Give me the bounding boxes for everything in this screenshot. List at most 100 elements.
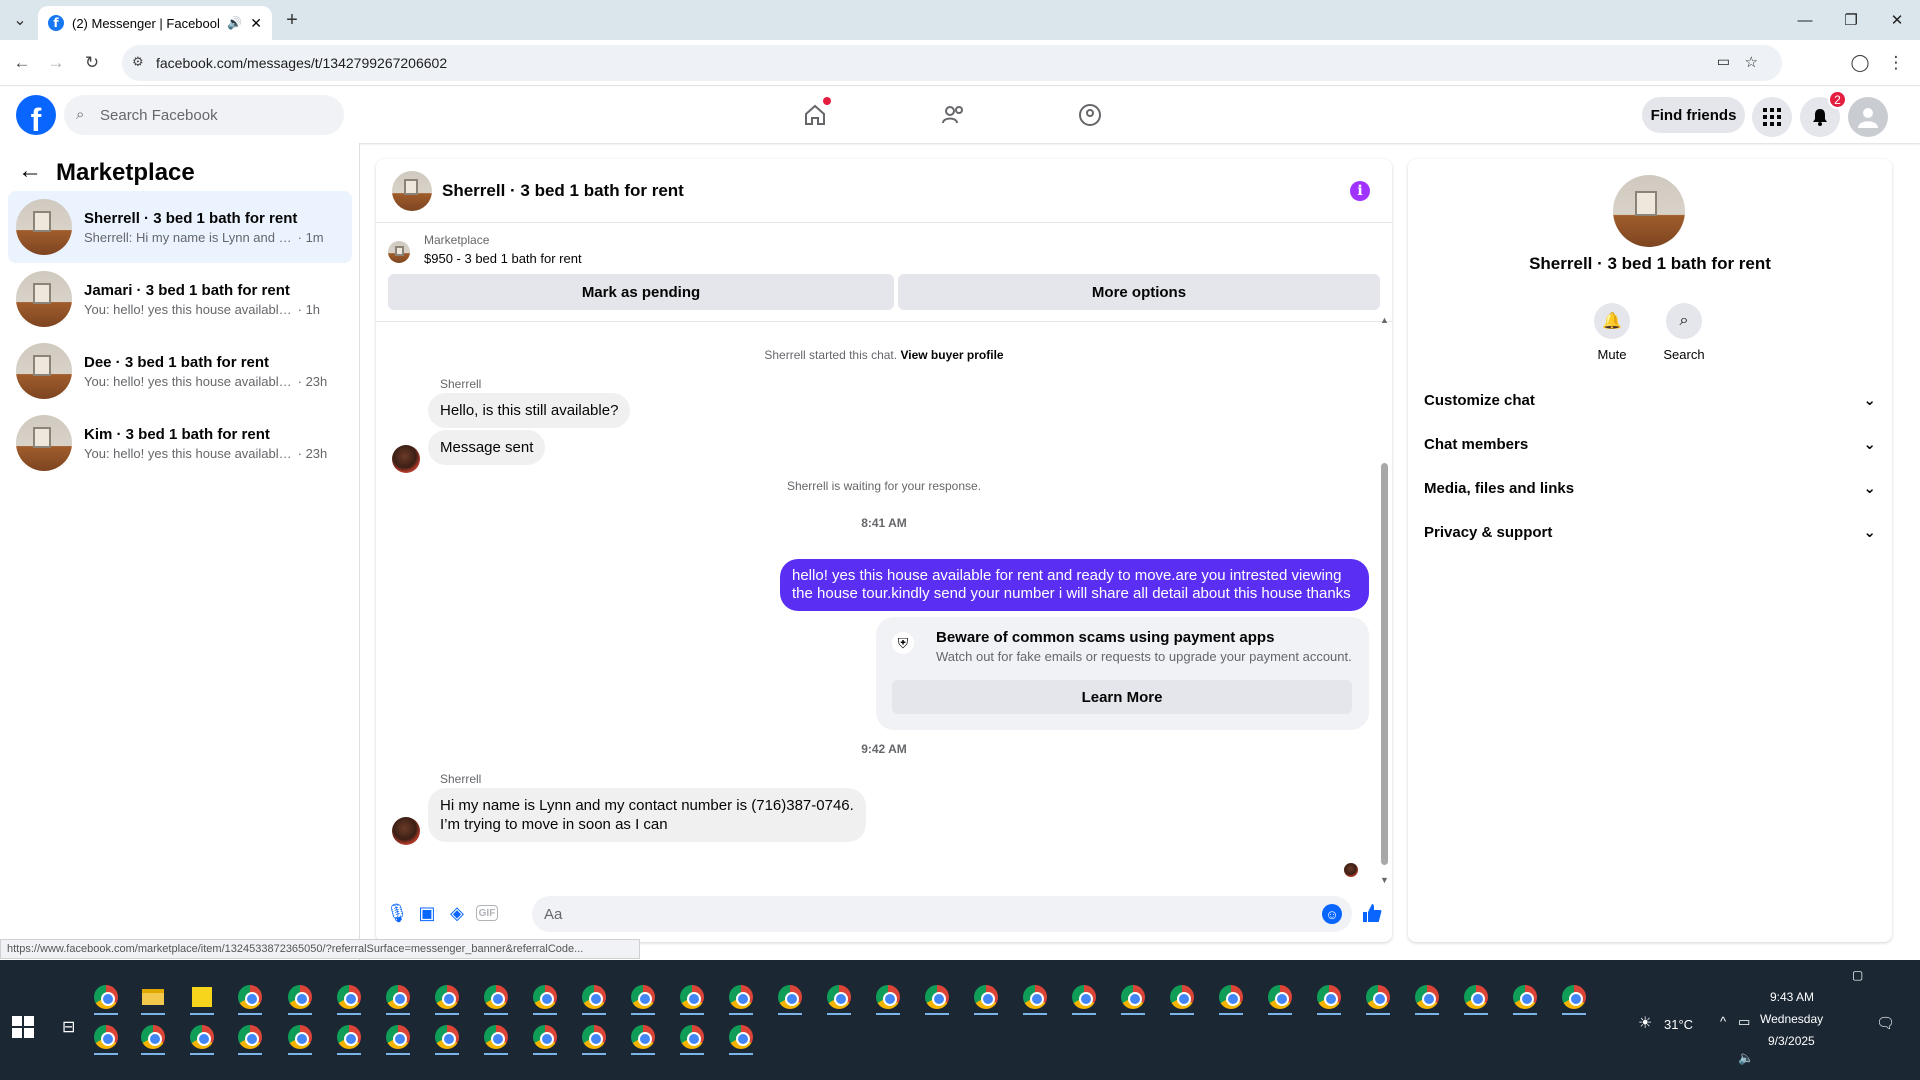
- clock-date[interactable]: 9/3/2025: [1768, 1034, 1815, 1048]
- chrome-icon[interactable]: [232, 979, 268, 1015]
- chrome-icon[interactable]: [429, 979, 465, 1015]
- browser-tab[interactable]: f (2) Messenger | Facebook 🔊 ✕: [38, 6, 272, 40]
- chrome-icon[interactable]: [625, 979, 661, 1015]
- window-close-button[interactable]: ✕: [1874, 0, 1920, 40]
- mute-button[interactable]: 🔔 Mute: [1582, 303, 1642, 362]
- back-arrow-icon[interactable]: ←: [18, 157, 42, 185]
- sticky-notes-icon[interactable]: [184, 979, 220, 1015]
- menu-grid-icon[interactable]: [1752, 97, 1792, 137]
- chrome-icon[interactable]: [331, 1019, 367, 1055]
- customize-chat-section[interactable]: Customize chat ⌄: [1424, 382, 1876, 418]
- minimize-button[interactable]: —: [1782, 0, 1828, 40]
- friends-icon[interactable]: [935, 97, 971, 133]
- sticker-icon[interactable]: ◈: [446, 902, 468, 924]
- conversation-item-sherrell[interactable]: Sherrell · 3 bed 1 bath for rent Sherrel…: [8, 191, 352, 263]
- chrome-icon[interactable]: [772, 979, 808, 1015]
- chrome-icon[interactable]: [88, 1019, 124, 1055]
- chrome-menu-icon[interactable]: ⋮: [1882, 49, 1910, 77]
- chat-avatar[interactable]: [392, 170, 432, 211]
- chrome-icon[interactable]: [380, 979, 416, 1015]
- message-thread[interactable]: Sherrell started this chat. View buyer p…: [376, 321, 1392, 887]
- clock-time[interactable]: 9:43 AM: [1770, 990, 1814, 1004]
- emoji-icon[interactable]: ☺: [1322, 904, 1342, 924]
- chat-members-section[interactable]: Chat members ⌄: [1424, 426, 1876, 462]
- outgoing-message[interactable]: hello! yes this house available for rent…: [780, 559, 1369, 611]
- chrome-icon[interactable]: [282, 1019, 318, 1055]
- chrome-icon[interactable]: [478, 1019, 514, 1055]
- info-icon[interactable]: i: [1350, 181, 1370, 201]
- chrome-icon[interactable]: [674, 1019, 710, 1055]
- reload-button[interactable]: ↻: [78, 49, 106, 77]
- notification-center-icon[interactable]: 🗨: [1876, 1014, 1895, 1032]
- chrome-icon[interactable]: [1066, 979, 1102, 1015]
- chrome-icon[interactable]: [1017, 979, 1053, 1015]
- chrome-icon[interactable]: [1507, 979, 1543, 1015]
- scrollbar-thumb[interactable]: [1381, 463, 1388, 865]
- weather-icon[interactable]: ☀: [1638, 1013, 1652, 1033]
- chrome-icon[interactable]: [1458, 979, 1494, 1015]
- scroll-up-arrow-icon[interactable]: ▲: [1380, 315, 1389, 325]
- chrome-icon[interactable]: [1311, 979, 1347, 1015]
- windows-start-button[interactable]: [12, 1016, 34, 1038]
- tab-close-icon[interactable]: ✕: [250, 15, 262, 32]
- chrome-icon[interactable]: [1213, 979, 1249, 1015]
- chrome-icon[interactable]: [380, 1019, 416, 1055]
- chrome-icon[interactable]: [1409, 979, 1445, 1015]
- task-view-icon[interactable]: ⊟: [62, 1017, 84, 1037]
- sender-avatar[interactable]: [392, 445, 420, 473]
- conversation-item-dee[interactable]: Dee · 3 bed 1 bath for rent You: hello! …: [8, 335, 352, 407]
- new-tab-button[interactable]: +: [280, 8, 304, 32]
- chrome-icon[interactable]: [576, 1019, 612, 1055]
- incoming-message[interactable]: Message sent: [428, 430, 546, 465]
- incoming-message[interactable]: Hello, is this still available?: [428, 393, 631, 428]
- chrome-icon[interactable]: [282, 979, 318, 1015]
- chrome-icon[interactable]: [821, 979, 857, 1015]
- view-buyer-profile-link[interactable]: View buyer profile: [900, 348, 1003, 362]
- clock-day[interactable]: Wednesday: [1760, 1012, 1823, 1026]
- home-icon[interactable]: [797, 97, 833, 133]
- chrome-icon[interactable]: [527, 1019, 563, 1055]
- chrome-icon[interactable]: [232, 1019, 268, 1055]
- microphone-icon[interactable]: 🎙: [386, 902, 409, 924]
- chat-title[interactable]: Sherrell · 3 bed 1 bath for rent: [442, 181, 684, 201]
- speaker-icon[interactable]: 🔊: [227, 16, 242, 30]
- chrome-icon[interactable]: [919, 979, 955, 1015]
- network-icon[interactable]: ▭: [1738, 1014, 1750, 1030]
- incoming-message[interactable]: Hi my name is Lynn and my contact number…: [428, 788, 866, 842]
- tray-chevron-icon[interactable]: ^: [1720, 1014, 1726, 1029]
- chrome-icon[interactable]: [1262, 979, 1298, 1015]
- chrome-icon[interactable]: [625, 1019, 661, 1055]
- scroll-down-arrow-icon[interactable]: ▼: [1380, 875, 1389, 885]
- device-icon[interactable]: ▢: [1852, 968, 1863, 982]
- attach-photo-icon[interactable]: ▣: [416, 902, 438, 924]
- privacy-support-section[interactable]: Privacy & support ⌄: [1424, 514, 1876, 550]
- chrome-icon[interactable]: [870, 979, 906, 1015]
- gif-icon[interactable]: GIF: [476, 905, 498, 921]
- volume-icon[interactable]: 🔈: [1738, 1050, 1754, 1066]
- chrome-icon[interactable]: [1556, 979, 1592, 1015]
- find-friends-button[interactable]: Find friends: [1642, 97, 1745, 133]
- chrome-icon[interactable]: [723, 979, 759, 1015]
- chrome-icon[interactable]: [674, 979, 710, 1015]
- tab-search-chevron-icon[interactable]: ⌄: [8, 8, 32, 32]
- chrome-icon[interactable]: [1115, 979, 1151, 1015]
- search-in-chat-button[interactable]: ⌕ Search: [1654, 303, 1714, 362]
- marketplace-listing-banner[interactable]: Marketplace $950 - 3 bed 1 bath for rent: [388, 233, 1378, 273]
- message-input[interactable]: Aa ☺: [532, 896, 1352, 932]
- chrome-icon[interactable]: [331, 979, 367, 1015]
- account-avatar[interactable]: [1848, 97, 1888, 137]
- site-info-icon[interactable]: ⚙: [132, 54, 144, 70]
- install-app-icon[interactable]: ☆: [1745, 53, 1758, 71]
- chrome-icon[interactable]: [88, 979, 124, 1015]
- chrome-icon[interactable]: [478, 979, 514, 1015]
- chrome-icon[interactable]: [527, 979, 563, 1015]
- chrome-icon[interactable]: [576, 979, 612, 1015]
- cast-icon[interactable]: ▭: [1717, 53, 1730, 70]
- media-files-links-section[interactable]: Media, files and links ⌄: [1424, 470, 1876, 506]
- chrome-icon[interactable]: [184, 1019, 220, 1055]
- sender-avatar[interactable]: [392, 817, 420, 845]
- chrome-icon[interactable]: [968, 979, 1004, 1015]
- forward-button[interactable]: →: [42, 49, 70, 77]
- groups-icon[interactable]: [1072, 97, 1108, 133]
- chrome-icon[interactable]: [135, 1019, 171, 1055]
